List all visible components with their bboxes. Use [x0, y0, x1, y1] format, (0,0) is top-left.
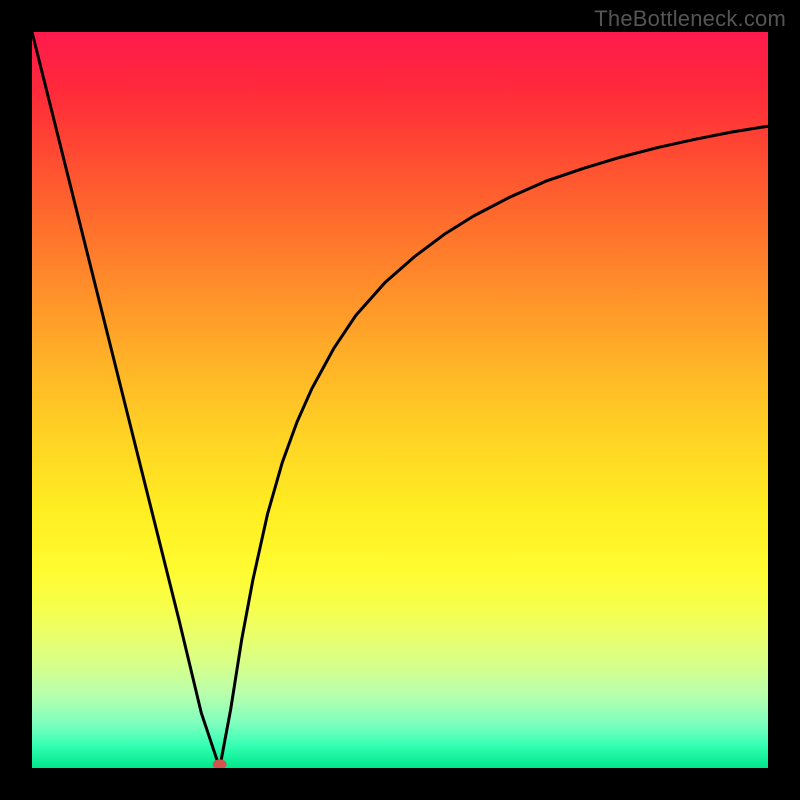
watermark-text: TheBottleneck.com	[594, 6, 786, 32]
chart-svg	[32, 32, 768, 768]
plot-area	[32, 32, 768, 768]
bottleneck-curve-right	[220, 126, 768, 768]
minimum-marker	[213, 759, 227, 768]
chart-frame: TheBottleneck.com	[0, 0, 800, 800]
bottleneck-curve-left	[32, 32, 220, 768]
